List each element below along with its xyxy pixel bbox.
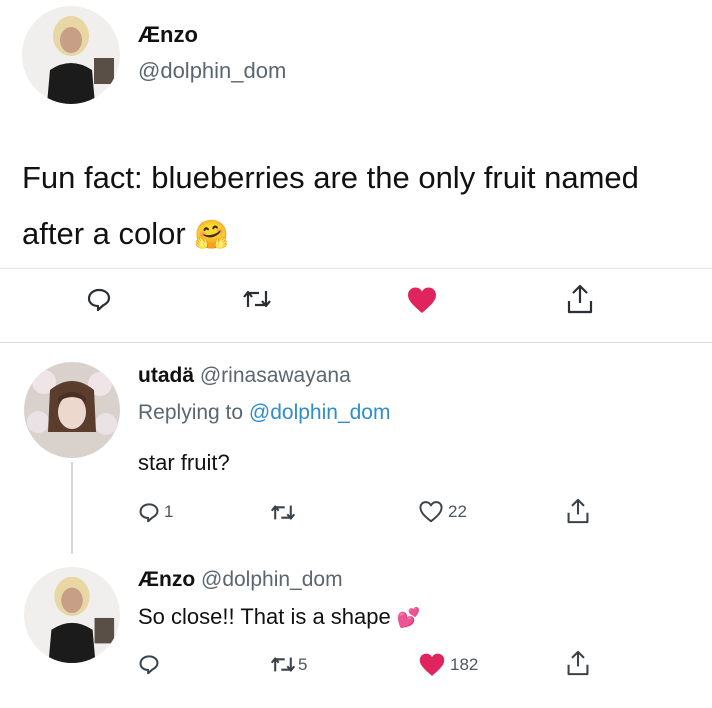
heart-outline-icon [418,500,444,523]
share-icon [566,283,594,315]
reply-2-like-count: 182 [450,654,479,674]
reply-1-share-button[interactable] [566,497,590,525]
replying-to-label: Replying to [138,401,244,424]
share-icon [566,649,590,677]
main-tweet-retweet-button[interactable] [242,287,272,311]
heart-filled-icon [418,652,446,677]
main-tweet-text-content: Fun fact: blueberries are the only fruit… [22,160,639,251]
main-tweet-handle[interactable]: @dolphin_dom [138,58,286,84]
reply-2-handle[interactable]: @dolphin_dom [201,568,343,591]
main-tweet-actions-divider [0,268,712,269]
reply-1-avatar[interactable] [24,362,120,458]
reply-icon [86,286,112,312]
reply-2-display-name[interactable]: Ænzo [138,568,195,591]
main-tweet-bottom-divider [0,342,712,343]
reply-1-reply-count: 1 [164,502,174,521]
reply-1-like-button[interactable]: 22 [418,500,467,523]
reply-1-retweet-button[interactable] [270,502,300,523]
main-tweet-share-button[interactable] [566,283,594,315]
share-icon [566,497,590,525]
two-hearts-emoji: 💕 [396,608,421,629]
reply-1-text: star fruit? [138,450,230,475]
reply-icon [138,653,160,675]
reply-2-header: Ænzo @dolphin_dom [138,568,343,592]
main-tweet-text: Fun fact: blueberries are the only fruit… [22,150,692,263]
reply-icon [138,501,160,523]
reply-1-replying-to: Replying to @dolphin_dom [138,401,390,425]
reply-2-reply-button[interactable] [138,653,164,675]
hugging-face-emoji: 🤗 [194,219,230,250]
reply-1-display-name[interactable]: utadä [138,364,194,387]
reply-2-retweet-count: 5 [298,654,308,674]
retweet-icon [270,654,296,675]
reply-1-header: utadä @rinasawayana [138,364,351,388]
main-tweet-like-button[interactable] [406,286,438,314]
thread-connector-line [71,462,73,554]
main-tweet-avatar[interactable] [22,6,120,104]
reply-2-text: So close!! That is a shape 💕 [138,604,421,630]
main-tweet-display-name[interactable]: Ænzo [138,22,198,48]
reply-1-like-count: 22 [448,501,467,521]
heart-filled-icon [406,286,438,314]
reply-1-handle[interactable]: @rinasawayana [200,364,351,387]
reply-2-retweet-button[interactable]: 5 [270,654,307,675]
reply-2-avatar[interactable] [24,567,120,663]
main-tweet-reply-button[interactable] [86,286,112,312]
retweet-icon [242,287,272,311]
reply-1-reply-button[interactable]: 1 [138,501,173,523]
reply-2-share-button[interactable] [566,649,590,677]
reply-2-text-content: So close!! That is a shape [138,604,391,629]
reply-2-like-button[interactable]: 182 [418,652,478,677]
retweet-icon [270,502,296,523]
replying-to-link[interactable]: @dolphin_dom [249,401,391,424]
